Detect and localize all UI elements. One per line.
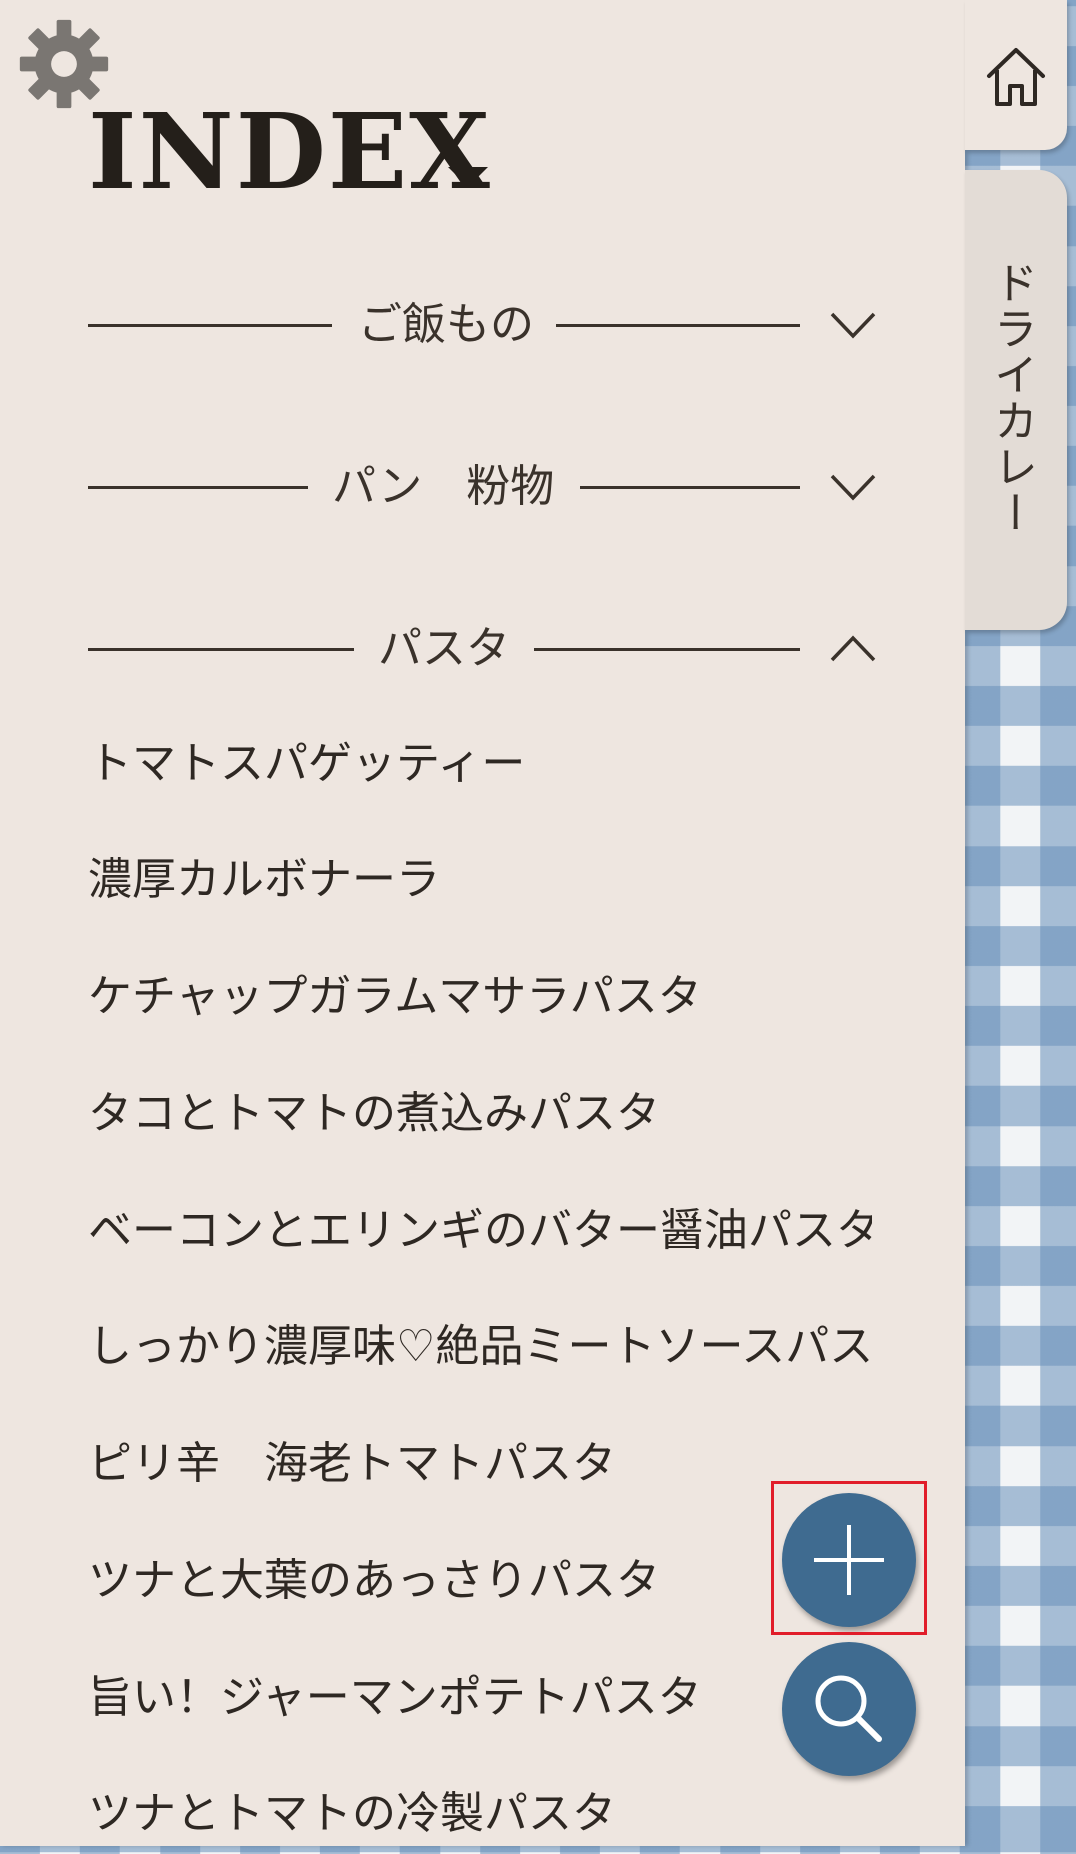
category-label: パン 粉物 — [332, 461, 555, 512]
chevron-down-icon[interactable] — [828, 300, 878, 350]
divider-line — [580, 486, 800, 489]
index-title[interactable]: INDEX — [88, 100, 492, 204]
category-bread[interactable]: パン 粉物 — [88, 452, 878, 522]
divider-line — [88, 324, 332, 327]
search-button[interactable] — [782, 1642, 916, 1776]
divider-line — [556, 324, 800, 327]
recipe-list-item[interactable]: 旨い！ジャーマンポテトパスタ — [88, 1658, 872, 1738]
chevron-down-icon[interactable] — [828, 462, 878, 512]
recipe-list-item[interactable]: 濃厚カルボナーラ — [88, 840, 872, 920]
recipe-list-item[interactable]: ツナとトマトの冷製パスタ — [88, 1774, 872, 1854]
category-rice[interactable]: ご飯もの — [88, 290, 878, 360]
recipe-list-item[interactable]: ピリ辛 海老トマトパスタ — [88, 1424, 872, 1504]
category-label: ご飯もの — [358, 299, 534, 350]
recipe-list-item[interactable]: ツナと大葉のあっさりパスタ — [88, 1541, 872, 1621]
recipe-list-item[interactable]: トマトスパゲッティー — [88, 724, 872, 804]
index-dropdown-caret-icon[interactable] — [448, 167, 488, 187]
recipe-list-item[interactable]: タコとトマトの煮込みパスタ — [88, 1074, 872, 1154]
highlight-box — [771, 1481, 927, 1635]
recipe-tab-label: ドライカレー — [986, 260, 1037, 536]
divider-line — [88, 648, 354, 651]
chevron-up-icon[interactable] — [828, 624, 878, 674]
recipe-list-item[interactable]: ケチャップガラムマサラパスタ — [88, 957, 872, 1037]
search-icon — [815, 1675, 882, 1742]
recipe-list-item[interactable]: ベーコンとエリンギのバター醤油パスタ — [88, 1191, 872, 1271]
category-pasta[interactable]: パスタ — [88, 614, 878, 684]
divider-line — [88, 486, 308, 489]
home-icon — [987, 48, 1045, 106]
divider-line — [534, 648, 800, 651]
recipe-list-item[interactable]: しっかり濃厚味♡絶品ミートソースパスタ — [88, 1307, 872, 1387]
category-label: パスタ — [378, 623, 510, 674]
recipe-tab[interactable]: ドライカレー — [965, 170, 1067, 630]
home-tab[interactable] — [965, 0, 1067, 150]
